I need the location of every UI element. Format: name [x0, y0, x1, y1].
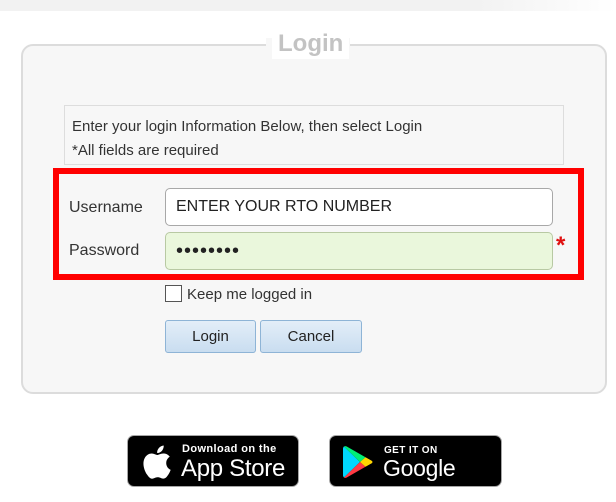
google-play-big-text: Google Play	[383, 455, 456, 502]
instructions-text: Enter your login Information Below, then…	[72, 118, 423, 135]
app-store-big-text: App Store	[181, 455, 286, 482]
google-play-badge[interactable]: GET IT ON Google Play	[329, 435, 502, 502]
credentials-highlight-box	[53, 168, 584, 280]
keep-logged-in-checkbox[interactable]	[165, 285, 182, 302]
login-button[interactable]: Login	[165, 320, 256, 353]
login-page: Login Enter your login Information Below…	[0, 0, 616, 502]
app-store-badge[interactable]: Download on the App Store	[127, 435, 299, 487]
keep-logged-in-label[interactable]: Keep me logged in	[187, 285, 312, 305]
google-play-logo-icon	[343, 446, 373, 478]
apple-logo-icon	[143, 445, 171, 479]
required-note: *All fields are required	[72, 142, 219, 159]
cancel-button[interactable]: Cancel	[260, 320, 362, 353]
instructions-box: Enter your login Information Below, then…	[64, 105, 564, 165]
top-strip-fade	[476, 0, 616, 11]
login-title: Login	[272, 29, 350, 59]
